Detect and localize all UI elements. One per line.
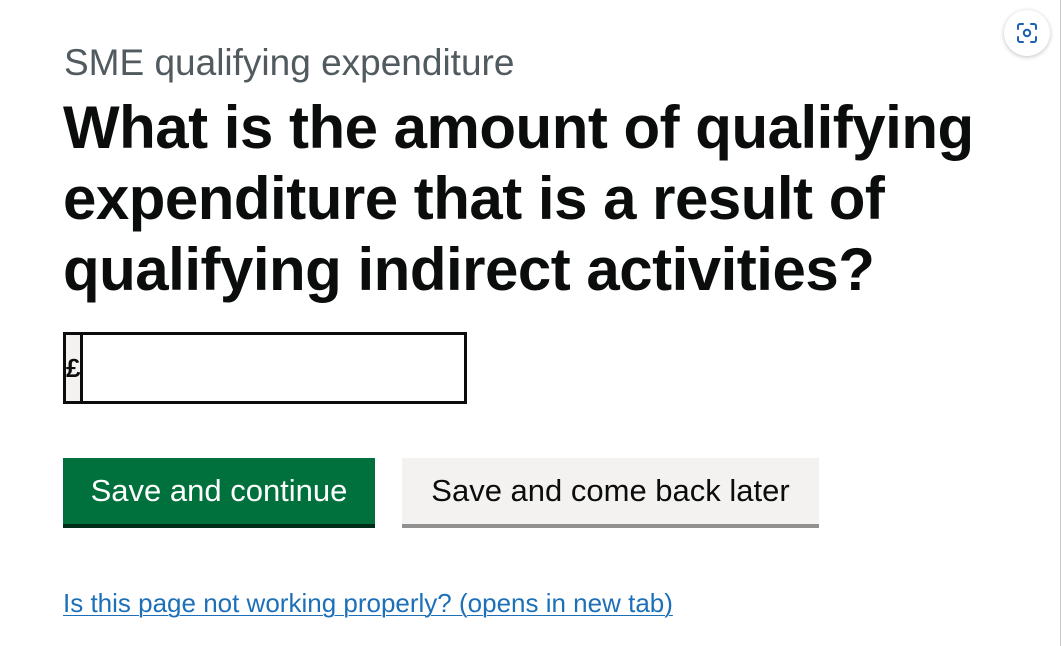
- page-title: What is the amount of qualifying expendi…: [63, 94, 974, 303]
- visual-search-button[interactable]: [1004, 10, 1050, 56]
- page-caption: SME qualifying expenditure: [64, 42, 515, 83]
- page-not-working-link[interactable]: Is this page not working properly? (open…: [63, 586, 673, 620]
- amount-field-wrapper: £: [63, 332, 468, 404]
- currency-prefix: £: [63, 332, 81, 404]
- amount-input[interactable]: [80, 332, 468, 404]
- visual-search-icon: [1017, 23, 1037, 43]
- save-and-continue-button[interactable]: Save and continue: [63, 458, 375, 524]
- save-and-come-back-later-button[interactable]: Save and come back later: [402, 458, 819, 524]
